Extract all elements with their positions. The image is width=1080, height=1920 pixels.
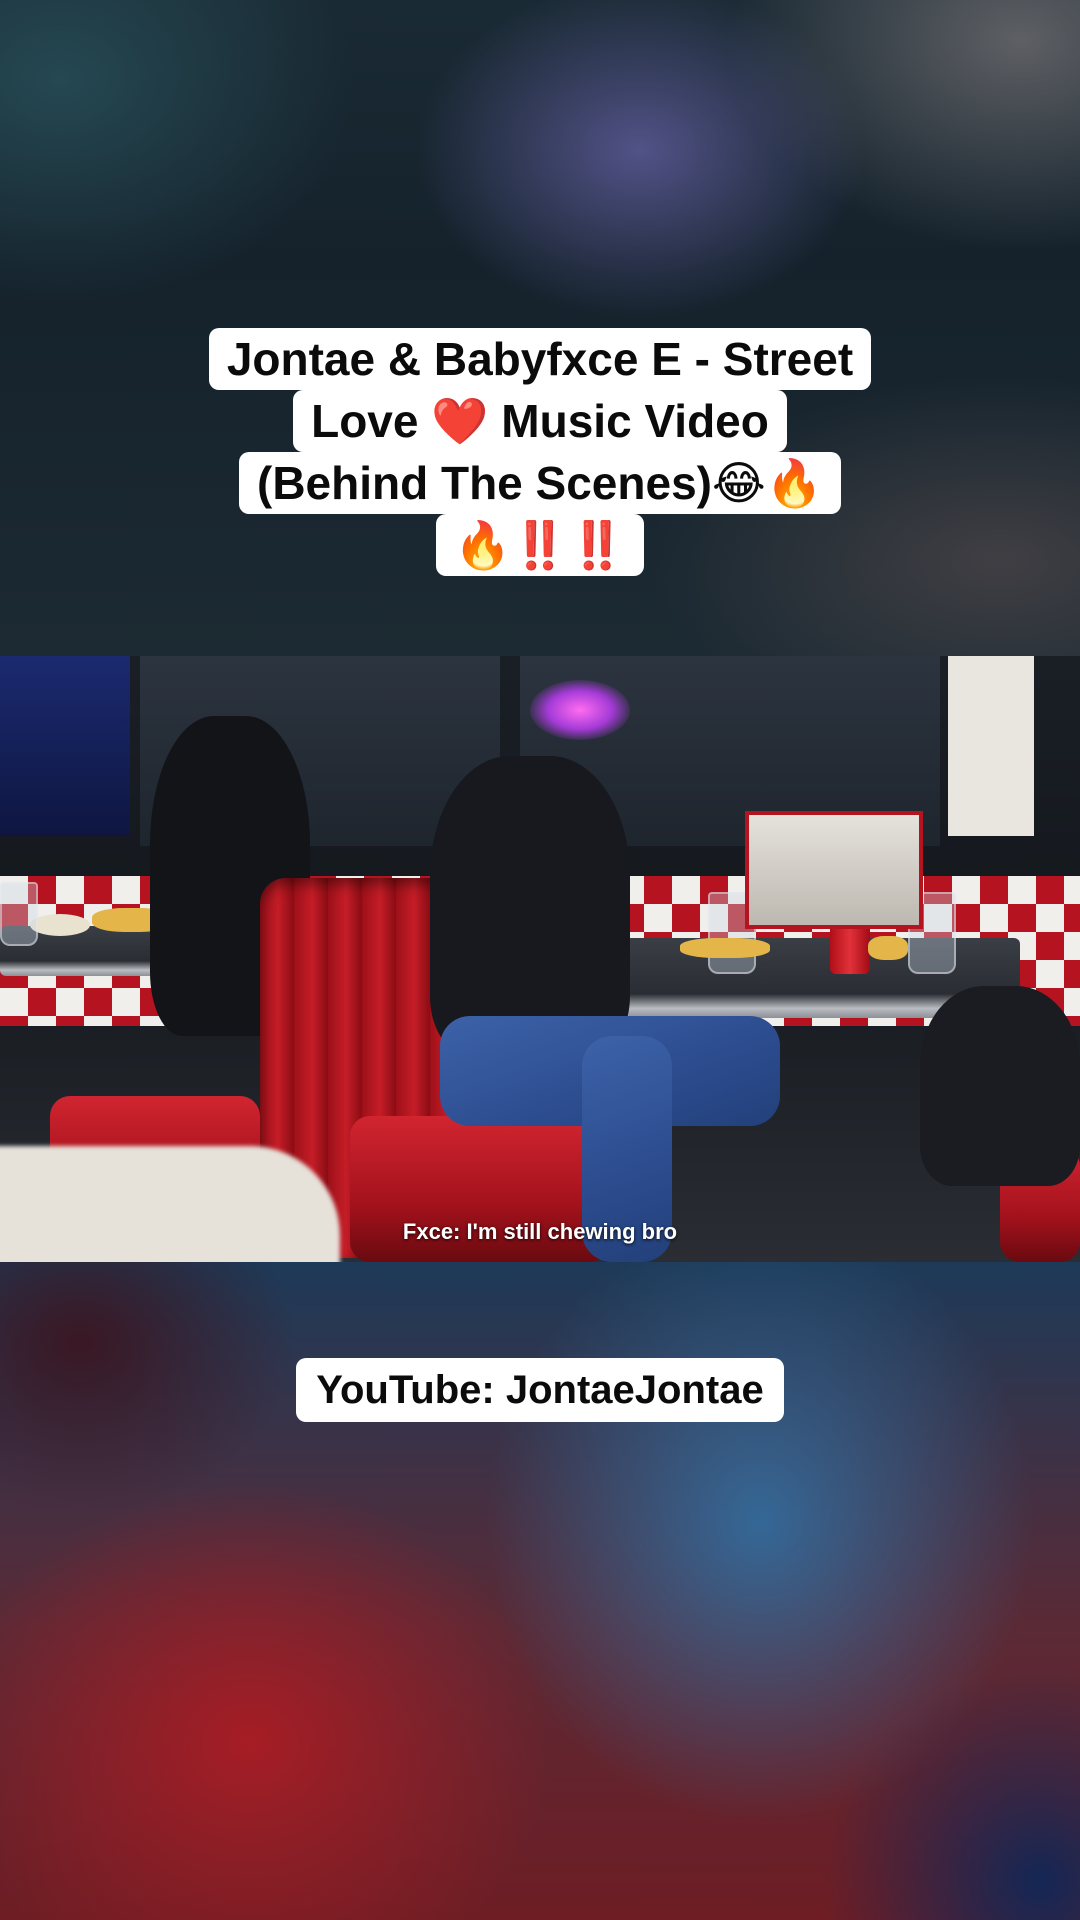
fries (868, 936, 908, 960)
title-caption-line-2: Love ❤️ Music Video (293, 390, 787, 452)
wall-pillar (948, 656, 1034, 836)
video-subtitle: Fxce: I'm still chewing bro (402, 1219, 678, 1244)
window-left (0, 656, 130, 836)
menu-stand (745, 811, 923, 929)
title-caption: Jontae & Babyfxce E - Street Love ❤️ Mus… (0, 328, 1080, 576)
channel-caption: YouTube: JontaeJontae (0, 1358, 1080, 1422)
video-frame[interactable] (0, 656, 1080, 1262)
fries (680, 938, 770, 958)
title-caption-line-1: Jontae & Babyfxce E - Street (208, 328, 872, 390)
title-caption-line-4: 🔥‼️‼️ (436, 514, 644, 576)
channel-caption-text: YouTube: JontaeJontae (296, 1358, 784, 1422)
plate (30, 914, 90, 936)
video-post[interactable]: Jontae & Babyfxce E - Street Love ❤️ Mus… (0, 0, 1080, 1920)
person-right (920, 986, 1080, 1186)
glass (0, 882, 38, 946)
title-caption-line-3: (Behind The Scenes)😂🔥 (239, 452, 841, 514)
person-center (430, 756, 630, 1056)
neon-sign (530, 680, 630, 740)
